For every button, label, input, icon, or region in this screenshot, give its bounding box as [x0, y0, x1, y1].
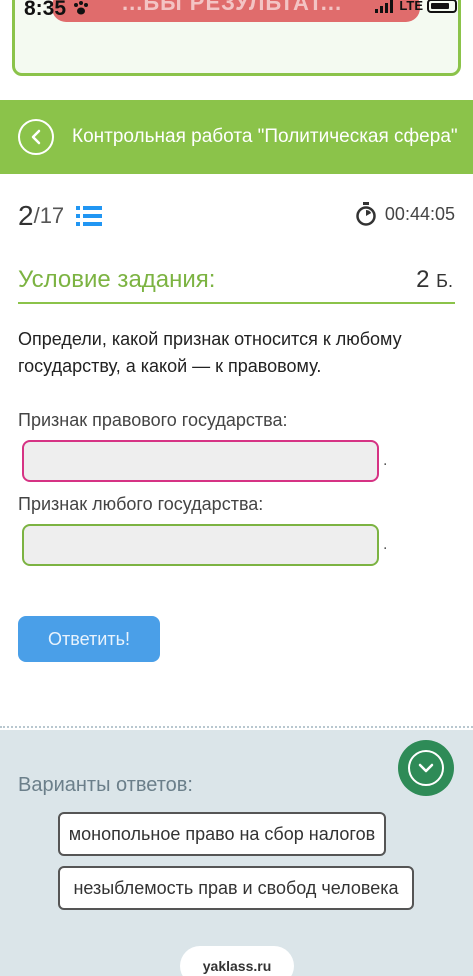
chevron-left-icon: [31, 129, 41, 145]
timer-value: 00:44:05: [384, 203, 455, 224]
timer: 00:44:05: [355, 202, 455, 226]
points-unit: Б.: [436, 271, 453, 291]
stopwatch-icon: [356, 202, 376, 226]
current-task-number: 2: [18, 200, 34, 231]
rule-of-law-label: Признак правового государства:: [18, 410, 288, 430]
submit-button[interactable]: Ответить!: [18, 616, 160, 662]
total-tasks: /17: [33, 203, 65, 228]
collapse-options-button[interactable]: [398, 740, 454, 796]
answer-option[interactable]: монопольное право на сбор налогов: [58, 812, 386, 856]
notification-text: ...ЬЫ РЕЗУЛЬТАТ...: [122, 0, 343, 15]
section-divider: [0, 726, 473, 728]
answer-option[interactable]: незыблемость прав и свобод человека: [58, 866, 414, 910]
any-state-answer-slot[interactable]: [22, 524, 379, 566]
answer-options-title: Варианты ответов:: [18, 774, 193, 796]
notification-banner[interactable]: ...ЬЫ РЕЗУЛЬТАТ...: [52, 0, 420, 22]
back-button[interactable]: [18, 119, 54, 155]
paw-icon: [74, 1, 88, 15]
top-area: ...ЬЫ РЕЗУЛЬТАТ... 8:35 LTE: [0, 0, 473, 100]
points-value: 2: [416, 266, 430, 293]
header-bar: Контрольная работа "Политическая сфера": [0, 100, 473, 174]
rule-of-law-answer-slot[interactable]: [22, 440, 379, 482]
condition-divider: [18, 302, 455, 304]
task-list-icon[interactable]: [76, 205, 103, 227]
slot-suffix: .: [383, 452, 388, 469]
network-type: LTE: [399, 0, 423, 13]
task-points: 2 Б.: [416, 266, 453, 294]
battery-icon: [427, 0, 457, 13]
chevron-down-icon: [418, 763, 434, 773]
any-state-label: Признак любого государства:: [18, 494, 264, 514]
page-title: Контрольная работа "Политическая сфера": [72, 126, 458, 147]
browser-url-pill[interactable]: yaklass.ru: [180, 946, 294, 976]
answer-options-panel: Варианты ответов: монопольное право на с…: [0, 730, 473, 976]
condition-title: Условие задания:: [18, 266, 216, 293]
status-indicators: LTE: [375, 0, 457, 13]
question-text: Определи, какой признак относится к любо…: [18, 329, 402, 376]
slot-suffix: .: [383, 536, 388, 553]
status-time: 8:35: [24, 0, 67, 20]
signal-icon: [375, 0, 394, 13]
task-counter: 2 /17: [18, 200, 103, 232]
